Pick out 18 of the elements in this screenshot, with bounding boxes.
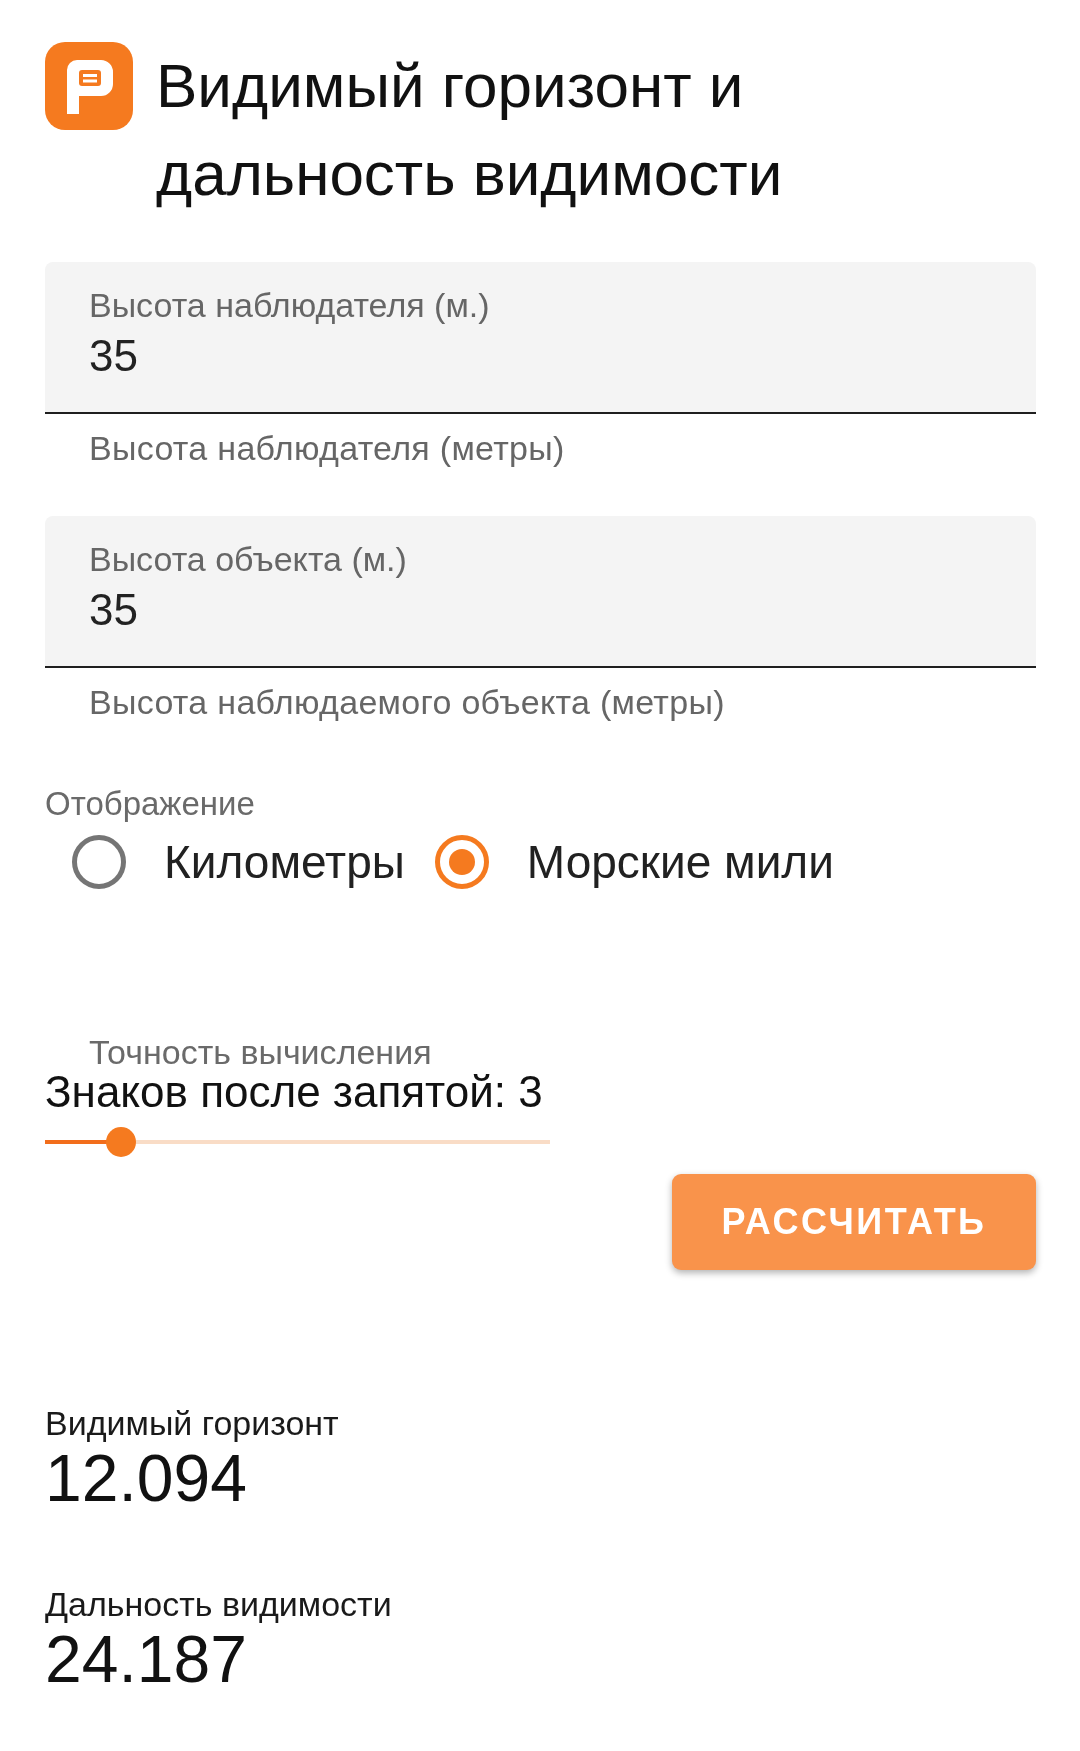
field-label: Высота объекта (м.): [89, 539, 407, 579]
helper-text: Высота наблюдателя (метры): [88, 428, 566, 468]
app-logo-icon: [45, 42, 133, 130]
page-title: Видимый горизонт и дальность видимости: [156, 50, 784, 210]
slider-caption: Точность вычисления: [88, 1034, 433, 1070]
result-value: 24.187: [45, 1623, 247, 1695]
slider-thumb[interactable]: [105, 1127, 136, 1157]
field-label: Высота наблюдателя (м.): [89, 285, 490, 325]
helper-text: Высота наблюдаемого объекта (метры): [88, 682, 726, 722]
radio-button[interactable]: [72, 835, 126, 889]
result-label: Дальность видимости: [45, 1585, 393, 1623]
radio-label[interactable]: Морские мили: [526, 835, 834, 889]
slider-value-label: Знаков после запятой: 3: [45, 1070, 544, 1114]
radio-label[interactable]: Километры: [164, 835, 405, 889]
radio-button[interactable]: [434, 835, 489, 889]
section-label: Отображение: [45, 785, 256, 823]
result-label: Видимый горизонт: [45, 1404, 340, 1442]
result-value: 12.094: [45, 1442, 247, 1514]
